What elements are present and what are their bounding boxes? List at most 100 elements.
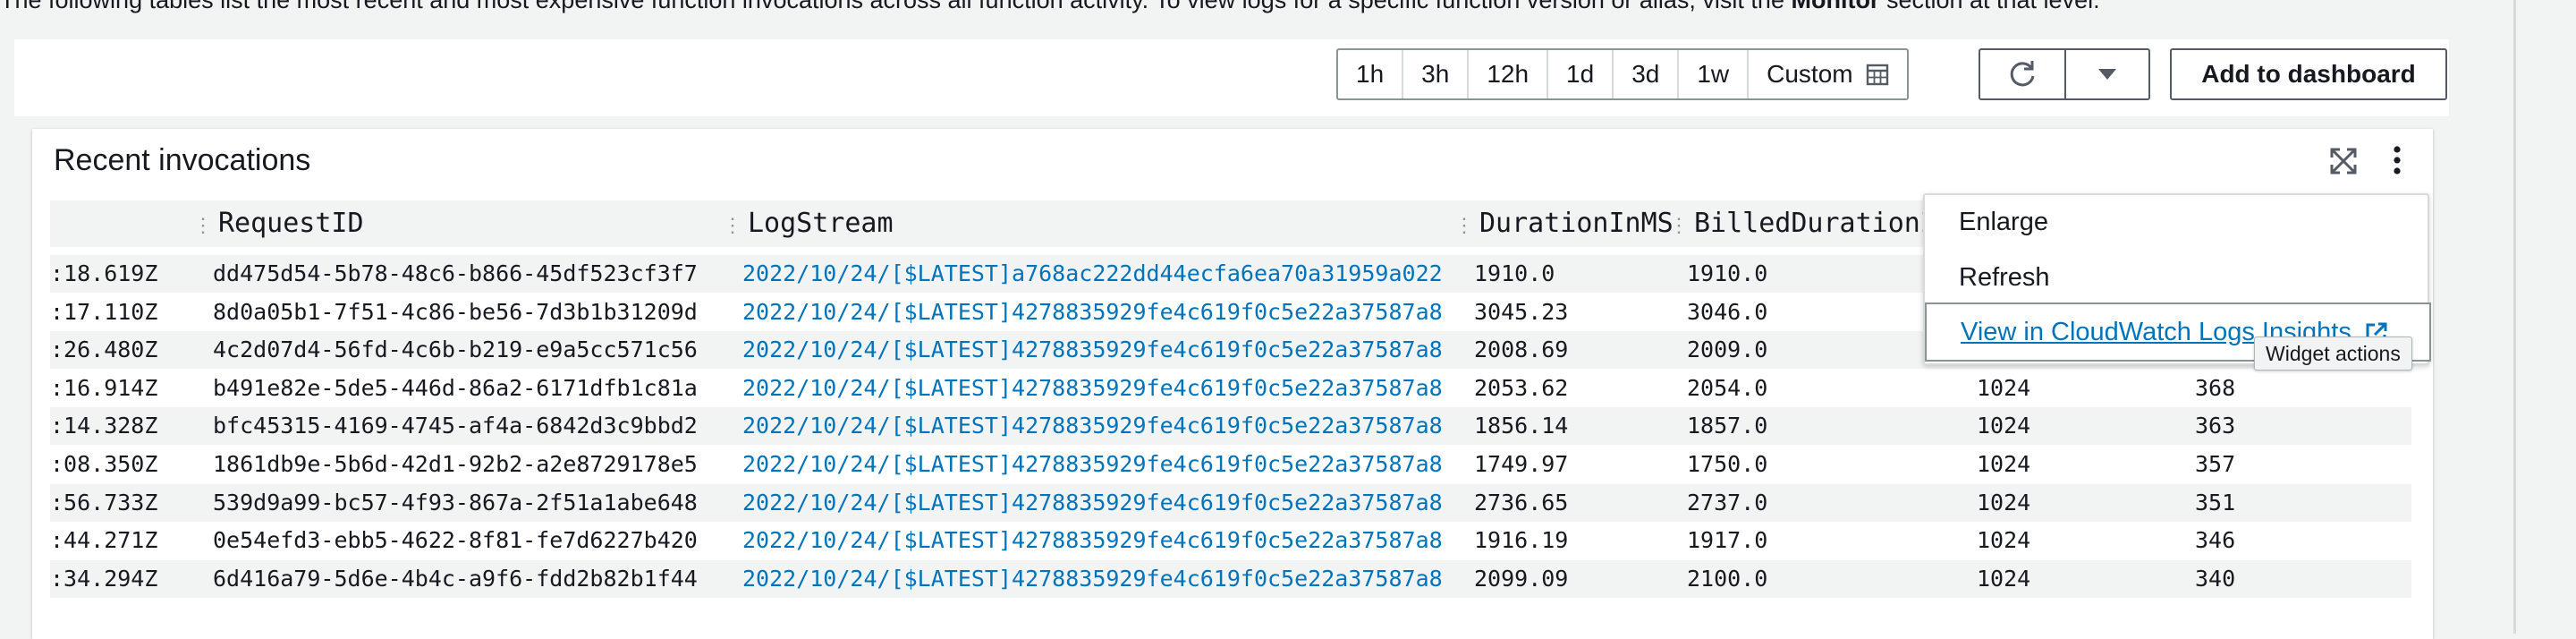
cell-log-stream[interactable]: 2022/10/24/[$LATEST]4278835929fe4c619f0c… (742, 522, 1443, 559)
cell-duration: 1916.19 (1474, 527, 1569, 554)
cell-memory-size: 1024 (1977, 489, 2031, 515)
more-vertical-icon[interactable] (2390, 145, 2404, 175)
cell-timestamp: :08.350Z (50, 451, 158, 477)
intro-monitor-link: Monitor (1791, 0, 1880, 13)
refresh-options-button[interactable] (2064, 48, 2150, 100)
cell-max-memory-used: 340 (2195, 565, 2236, 592)
cell-request-id: 8d0a05b1-7f51-4c86-be56-7d3b1b31209d (213, 298, 698, 325)
cell-billed-duration: 2054.0 (1687, 374, 1768, 401)
cell-request-id: 539d9a99-bc57-4f93-867a-2f51a1abe648 (213, 489, 698, 515)
cell-log-stream[interactable]: 2022/10/24/[$LATEST]4278835929fe4c619f0c… (742, 294, 1443, 331)
cell-memory-size: 1024 (1977, 374, 2031, 401)
expand-icon[interactable] (2329, 147, 2358, 175)
time-range-selector: 1h 3h 12h 1d 3d 1w Custom (1336, 48, 1909, 100)
custom-label: Custom (1767, 60, 1853, 88)
cell-request-id: b491e82e-5de5-446d-86a2-6171dfb1c81a (213, 374, 698, 401)
cell-max-memory-used: 368 (2195, 374, 2236, 401)
cell-timestamp: :44.271Z (50, 527, 158, 554)
cell-timestamp: :14.328Z (50, 413, 158, 439)
cell-log-stream[interactable]: 2022/10/24/[$LATEST]4278835929fe4c619f0c… (742, 560, 1443, 598)
widget-actions-tooltip: Widget actions (2254, 337, 2412, 371)
refresh-button[interactable] (1979, 48, 2066, 100)
intro-text-before: The following tables list the most recen… (0, 0, 1792, 13)
intro-text: The following tables list the most recen… (0, 0, 2513, 18)
column-label: RequestID (218, 208, 364, 239)
cell-memory-size: 1024 (1977, 565, 2031, 592)
column-resize-handle[interactable]: ⋮ (193, 215, 213, 237)
cell-max-memory-used: 351 (2195, 489, 2236, 515)
cell-request-id: dd475d54-5b78-48c6-b866-45df523cf3f7 (213, 260, 698, 286)
cell-billed-duration: 2100.0 (1687, 565, 1768, 592)
cell-request-id: bfc45315-4169-4745-af4a-6842d3c9bbd2 (213, 413, 698, 439)
cell-timestamp: :26.480Z (50, 337, 158, 363)
menu-item-enlarge[interactable]: Enlarge (1959, 195, 2048, 249)
cell-timestamp: :18.619Z (50, 260, 158, 286)
column-label: LogStream (748, 208, 894, 239)
cell-billed-duration: 2009.0 (1687, 337, 1768, 363)
range-custom-button[interactable]: Custom (1749, 50, 1906, 98)
cell-timestamp: :56.733Z (50, 489, 158, 515)
refresh-icon (2010, 61, 2035, 87)
cell-memory-size: 1024 (1977, 451, 2031, 477)
cell-memory-size: 1024 (1977, 527, 2031, 554)
cell-billed-duration: 1910.0 (1687, 260, 1768, 286)
cell-duration: 1749.97 (1474, 451, 1569, 477)
cell-memory-size: 1024 (1977, 413, 2031, 439)
table-row: :44.271Z 0e54efd3-ebb5-4622-8f81-fe7d6227… (50, 522, 2411, 559)
right-gutter (2513, 0, 2576, 634)
column-header-duration[interactable]: ⋮ DurationInMS (1454, 200, 1674, 247)
column-resize-handle[interactable]: ⋮ (723, 215, 742, 237)
cell-max-memory-used: 363 (2195, 413, 2236, 439)
range-3d-button[interactable]: 3d (1614, 50, 1680, 98)
cell-duration: 2736.65 (1474, 489, 1569, 515)
range-1w-button[interactable]: 1w (1679, 50, 1750, 98)
cell-duration: 2008.69 (1474, 337, 1569, 363)
add-to-dashboard-button[interactable]: Add to dashboard (2170, 48, 2447, 100)
cell-timestamp: :16.914Z (50, 374, 158, 401)
calendar-icon (1866, 64, 1888, 86)
gutter-divider (2513, 0, 2516, 634)
cell-timestamp: :34.294Z (50, 565, 158, 592)
cell-log-stream[interactable]: 2022/10/24/[$LATEST]4278835929fe4c619f0c… (742, 446, 1443, 483)
table-row: :34.294Z 6d416a79-5d6e-4b4c-a9f6-fdd2b82b… (50, 559, 2411, 598)
cell-request-id: 6d416a79-5d6e-4b4c-a9f6-fdd2b82b1f44 (213, 565, 698, 592)
cell-log-stream[interactable]: 2022/10/24/[$LATEST]4278835929fe4c619f0c… (742, 484, 1443, 522)
cell-log-stream[interactable]: 2022/10/24/[$LATEST]4278835929fe4c619f0c… (742, 331, 1443, 369)
cell-log-stream[interactable]: 2022/10/24/[$LATEST]4278835929fe4c619f0c… (742, 370, 1443, 407)
column-resize-handle[interactable]: ⋮ (1669, 215, 1689, 237)
cell-timestamp: :17.110Z (50, 298, 158, 325)
range-1d-button[interactable]: 1d (1548, 50, 1614, 98)
intro-text-after: section at that level. (1879, 0, 2100, 13)
cell-max-memory-used: 346 (2195, 527, 2236, 554)
cell-max-memory-used: 357 (2195, 451, 2236, 477)
cell-request-id: 0e54efd3-ebb5-4622-8f81-fe7d6227b420 (213, 527, 698, 554)
cell-billed-duration: 1750.0 (1687, 451, 1768, 477)
caret-down-icon (2098, 69, 2116, 80)
cell-request-id: 4c2d07d4-56fd-4c6b-b219-e9a5cc571c56 (213, 337, 698, 363)
table-row: :14.328Z bfc45315-4169-4745-af4a-6842d3c9… (50, 407, 2411, 446)
cell-request-id: 1861db9e-5b6d-42d1-92b2-a2e8729178e5 (213, 451, 698, 477)
range-12h-button[interactable]: 12h (1469, 50, 1549, 98)
column-header-request-id[interactable]: ⋮ RequestID (193, 200, 364, 247)
cell-billed-duration: 2737.0 (1687, 489, 1768, 515)
cell-duration: 1910.0 (1474, 260, 1555, 286)
cell-billed-duration: 1917.0 (1687, 527, 1768, 554)
cell-duration: 1856.14 (1474, 413, 1569, 439)
cell-log-stream[interactable]: 2022/10/24/[$LATEST]4278835929fe4c619f0c… (742, 407, 1443, 445)
cell-duration: 3045.23 (1474, 298, 1569, 325)
widget-title: Recent invocations (54, 143, 311, 177)
range-3h-button[interactable]: 3h (1403, 50, 1470, 98)
column-label: DurationInMS (1479, 208, 1674, 239)
column-resize-handle[interactable]: ⋮ (1454, 215, 1474, 237)
menu-item-refresh[interactable]: Refresh (1959, 251, 2050, 304)
cell-duration: 2053.62 (1474, 374, 1569, 401)
table-row: :56.733Z 539d9a99-bc57-4f93-867a-2f51a1ab… (50, 483, 2411, 522)
range-1h-button[interactable]: 1h (1338, 50, 1404, 98)
table-row: :16.914Z b491e82e-5de5-446d-86a2-6171dfb1… (50, 370, 2411, 407)
cell-billed-duration: 3046.0 (1687, 298, 1768, 325)
table-row: :08.350Z 1861db9e-5b6d-42d1-92b2-a2e87291… (50, 446, 2411, 483)
cell-duration: 2099.09 (1474, 565, 1569, 592)
cell-log-stream[interactable]: 2022/10/24/[$LATEST]a768ac222dd44ecfa6ea… (742, 255, 1443, 293)
cell-billed-duration: 1857.0 (1687, 413, 1768, 439)
column-header-log-stream[interactable]: ⋮ LogStream (723, 200, 894, 247)
